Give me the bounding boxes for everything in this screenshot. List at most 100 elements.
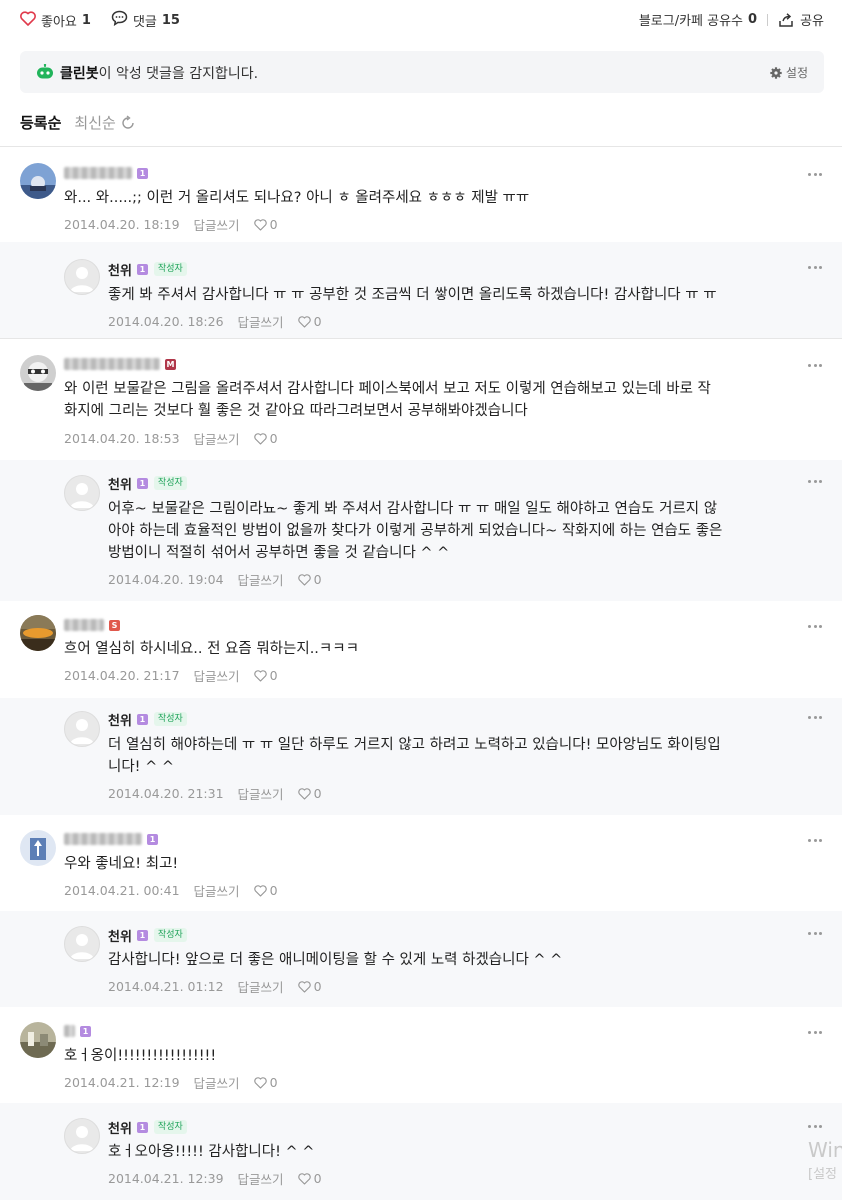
level-badge: M <box>165 358 176 370</box>
author-nickname[interactable]: 천위 <box>108 926 132 945</box>
reply-item: 천위 1 작성자 더 열심히 해야하는데 ㅠ ㅠ 일단 하루도 거르지 않고 하… <box>0 698 842 815</box>
level-badge: 1 <box>80 1025 91 1037</box>
gear-icon <box>770 66 782 79</box>
comment-date: 2014.04.20. 21:31 <box>108 786 224 801</box>
reply-button[interactable]: 답글쓰기 <box>194 881 240 900</box>
sort-latest-tab[interactable]: 최신순 <box>74 112 135 133</box>
more-options-icon[interactable] <box>808 932 822 936</box>
author-badge: 작성자 <box>153 262 187 276</box>
avatar[interactable] <box>20 163 56 199</box>
share-count-label: 블로그/카페 공유수 <box>638 14 744 29</box>
like-count: 0 <box>269 1075 278 1090</box>
nickname[interactable] <box>64 358 160 370</box>
reply-button[interactable]: 답글쓰기 <box>238 784 284 803</box>
level-badge: S <box>109 619 120 631</box>
nickname[interactable] <box>64 619 104 631</box>
comment-item: 1 호ㅓ옹이!!!!!!!!!!!!!!!!! 2014.04.21. 12:1… <box>0 1007 842 1103</box>
comment-date: 2014.04.21. 12:19 <box>64 1075 180 1090</box>
like-count: 0 <box>313 979 322 994</box>
reply-item: 천위 1 작성자 호ㅓ오아옹!!!!! 감사합니다! ^ ^ 2014.04.2… <box>0 1103 842 1200</box>
more-options-icon[interactable] <box>808 364 822 368</box>
reply-button[interactable]: 답글쓰기 <box>194 429 240 448</box>
refresh-icon <box>122 114 134 129</box>
nickname[interactable] <box>64 833 142 845</box>
more-options-icon[interactable] <box>808 1125 822 1129</box>
heart-icon <box>20 10 36 30</box>
like-count: 0 <box>313 314 322 329</box>
author-badge: 작성자 <box>153 476 187 490</box>
sort-registered-tab[interactable]: 등록순 <box>20 112 61 133</box>
more-options-icon[interactable] <box>808 716 822 720</box>
comment-text-line: 와 이런 보물같은 그림을 올려주셔서 감사합니다 페이스북에서 보고 저도 이… <box>64 381 711 397</box>
more-options-icon[interactable] <box>808 625 822 629</box>
avatar[interactable] <box>64 711 100 747</box>
comment-text-line: 방법이니 적절히 섞어서 공부하면 좋을 것 같습니다 ^ ^ <box>108 545 450 561</box>
avatar[interactable] <box>20 615 56 651</box>
cleanbot-message: 클린봇이 악성 댓글을 감지합니다. <box>60 63 258 83</box>
level-badge: 1 <box>136 477 148 489</box>
comment-text: 감사합니다! 앞으로 더 좋은 애니메이팅을 할 수 있게 노력 하겠습니다 ^… <box>108 952 563 968</box>
more-options-icon[interactable] <box>808 266 822 270</box>
avatar[interactable] <box>20 355 56 391</box>
share-button[interactable]: 공유 <box>778 10 824 29</box>
reply-button[interactable]: 답글쓰기 <box>238 977 284 996</box>
like-button[interactable]: 좋아요 1 <box>20 10 91 30</box>
comment-text-line: 니다! ^ ^ <box>108 759 175 775</box>
comment-like-button[interactable]: 0 <box>253 217 278 232</box>
author-nickname[interactable]: 천위 <box>108 474 132 493</box>
comment-text: 와... 와.....;; 이런 거 올리셔도 되나요? 아니 ㅎ 올려주세요 … <box>64 190 530 206</box>
like-count: 0 <box>313 572 322 587</box>
comment-item: M 와 이런 보물같은 그림을 올려주셔서 감사합니다 페이스북에서 보고 저도… <box>0 338 842 460</box>
comment-date: 2014.04.20. 18:26 <box>108 314 224 329</box>
heart-outline-icon <box>297 573 311 586</box>
comment-like-button[interactable]: 0 <box>253 1075 278 1090</box>
cleanbot-icon <box>36 63 54 84</box>
comment-like-button[interactable]: 0 <box>297 786 322 801</box>
heart-outline-icon <box>253 218 267 231</box>
avatar[interactable] <box>64 1118 100 1154</box>
cleanbot-settings-button[interactable]: 설정 <box>770 64 808 81</box>
reply-item: 천위 1 작성자 어후~ 보물같은 그림이라뇨~ 좋게 봐 주셔서 감사합니다 … <box>0 460 842 601</box>
more-options-icon[interactable] <box>808 480 822 484</box>
comment-text: 호ㅓ오아옹!!!!! 감사합니다! ^ ^ <box>108 1144 315 1160</box>
author-nickname[interactable]: 천위 <box>108 710 132 729</box>
avatar[interactable] <box>64 475 100 511</box>
like-count: 0 <box>269 217 278 232</box>
level-badge: 1 <box>136 713 148 725</box>
comment-text: 흐어 열심히 하시네요.. 전 요즘 뭐하는지..ㅋㅋㅋ <box>64 641 359 657</box>
avatar[interactable] <box>20 830 56 866</box>
reply-button[interactable]: 답글쓰기 <box>238 312 284 331</box>
avatar[interactable] <box>64 259 100 295</box>
heart-outline-icon <box>297 980 311 993</box>
comment-item: 1 와... 와.....;; 이런 거 올리셔도 되나요? 아니 ㅎ 올려주세… <box>0 147 842 242</box>
more-options-icon[interactable] <box>808 1031 822 1035</box>
comment-button[interactable]: 댓글 15 <box>111 10 180 30</box>
level-badge: 1 <box>136 1121 148 1133</box>
reply-button[interactable]: 답글쓰기 <box>238 570 284 589</box>
sort-latest-label: 최신순 <box>74 114 116 132</box>
comment-like-button[interactable]: 0 <box>253 431 278 446</box>
nickname[interactable] <box>64 1025 75 1037</box>
more-options-icon[interactable] <box>808 173 822 177</box>
avatar[interactable] <box>64 926 100 962</box>
comment-like-button[interactable]: 0 <box>297 979 322 994</box>
reply-button[interactable]: 답글쓰기 <box>194 1073 240 1092</box>
author-nickname[interactable]: 천위 <box>108 260 132 279</box>
comment-like-button[interactable]: 0 <box>297 1171 322 1186</box>
reply-button[interactable]: 답글쓰기 <box>194 666 240 685</box>
comment-like-button[interactable]: 0 <box>253 668 278 683</box>
comment-like-button[interactable]: 0 <box>297 572 322 587</box>
comment-text-line: 더 열심히 해야하는데 ㅠ ㅠ 일단 하루도 거르지 않고 하려고 노력하고 있… <box>108 737 721 753</box>
more-options-icon[interactable] <box>808 839 822 843</box>
reply-button[interactable]: 답글쓰기 <box>194 215 240 234</box>
reply-item: 천위 1 작성자 좋게 봐 주셔서 감사합니다 ㅠ ㅠ 공부한 것 조금씩 더 … <box>0 242 842 338</box>
author-nickname[interactable]: 천위 <box>108 1118 132 1137</box>
avatar[interactable] <box>20 1022 56 1058</box>
nickname[interactable] <box>64 167 132 179</box>
comment-like-button[interactable]: 0 <box>253 883 278 898</box>
reply-button[interactable]: 답글쓰기 <box>238 1169 284 1188</box>
comment-like-button[interactable]: 0 <box>297 314 322 329</box>
heart-outline-icon <box>253 432 267 445</box>
comment-text-line: 화지에 그리는 것보다 훨 좋은 것 같아요 따라그려보면서 공부해봐야겠습니다 <box>64 403 528 419</box>
comment-text: 호ㅓ옹이!!!!!!!!!!!!!!!!! <box>64 1048 217 1064</box>
